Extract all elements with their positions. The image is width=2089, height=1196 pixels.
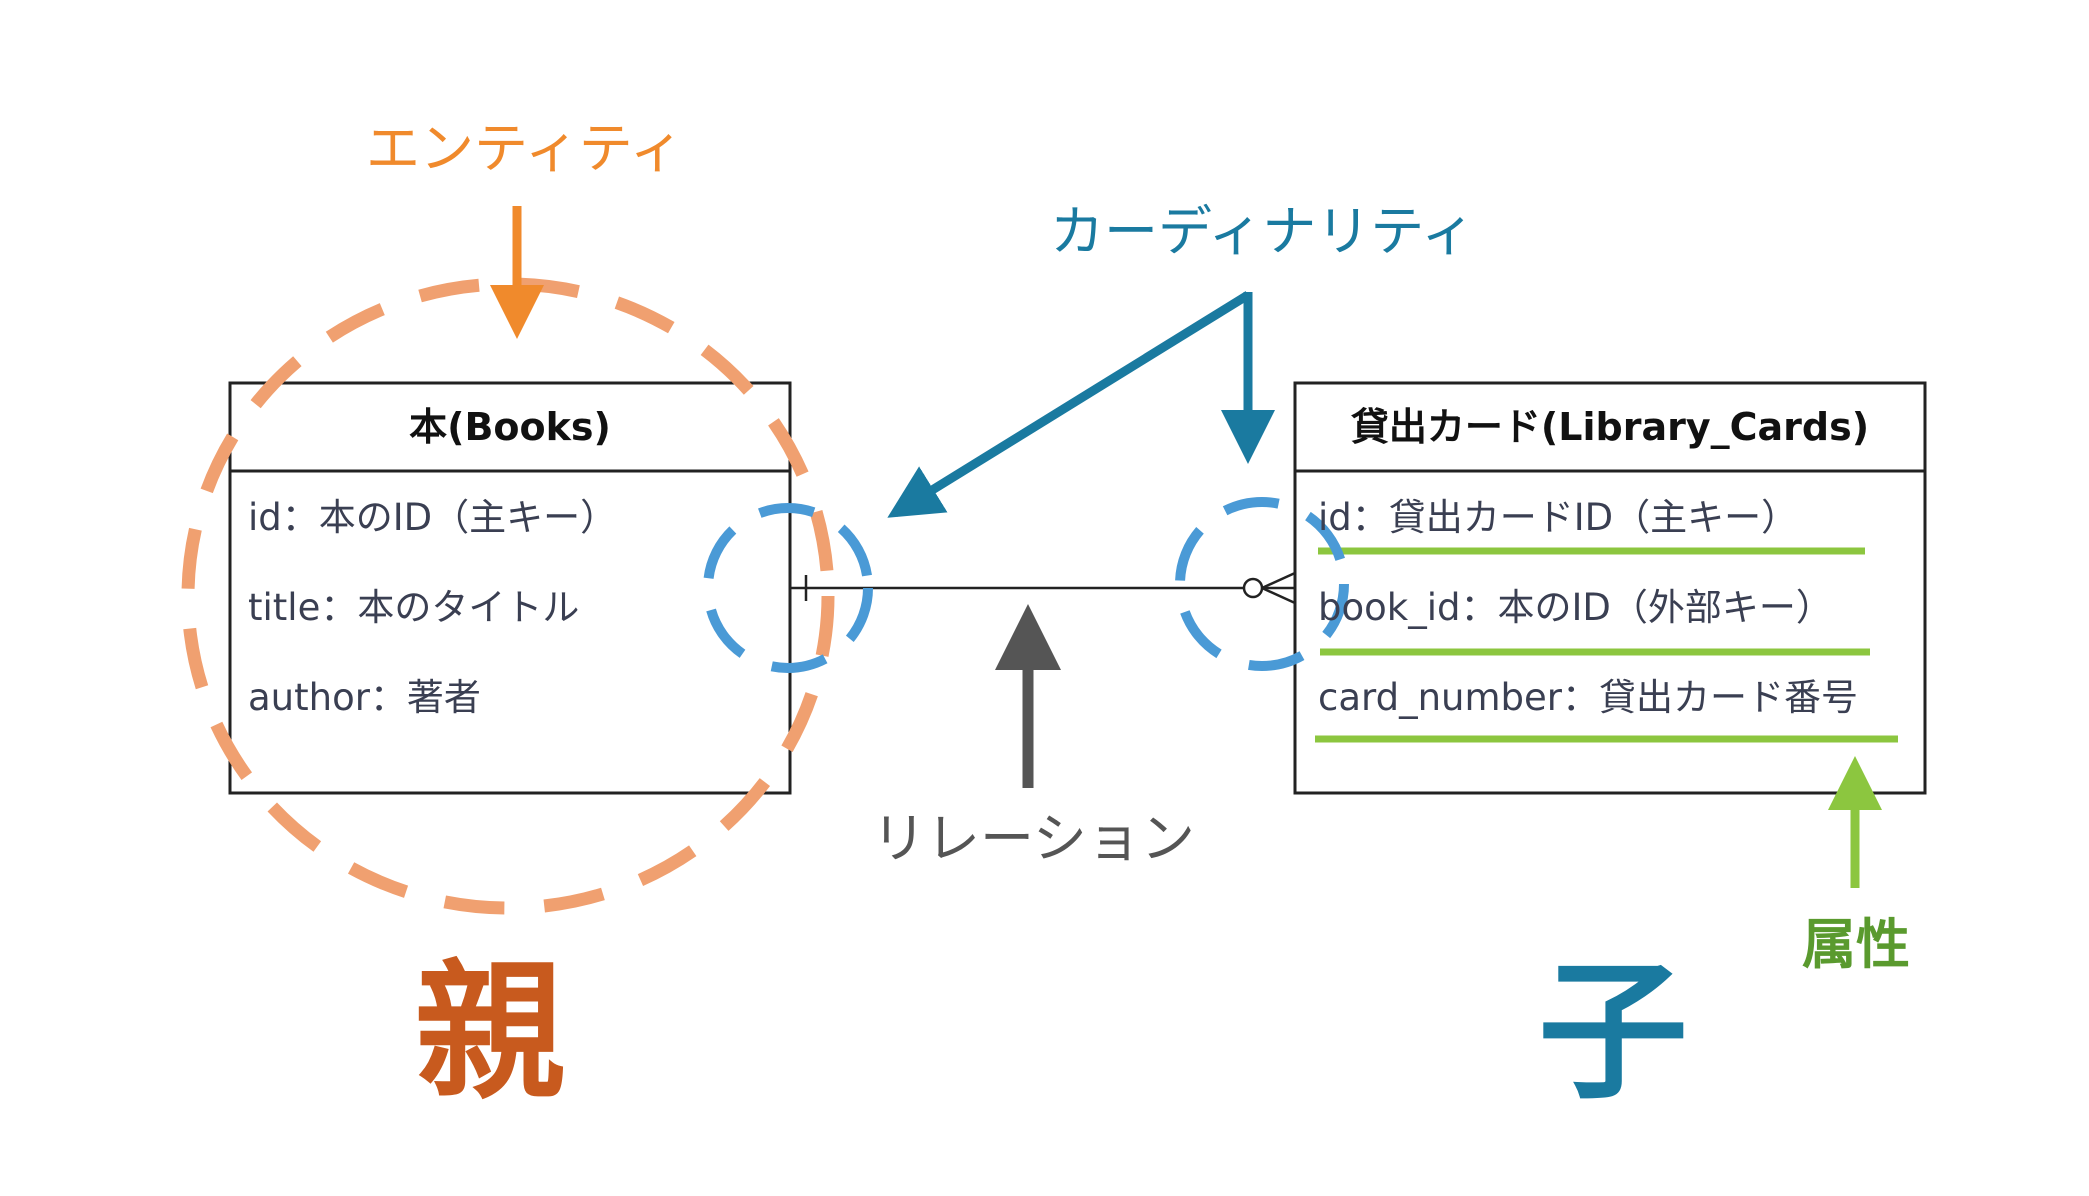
books-entity-title: 本(Books) (409, 405, 611, 449)
attribute-label: 属性 (1802, 913, 1910, 976)
zero-marker (1242, 577, 1264, 599)
entity-label: エンティティ (366, 117, 684, 180)
cards-attribute-book-id: book_id：本のID（外部キー） (1318, 586, 1833, 629)
books-attribute-author: author：著者 (248, 676, 481, 719)
child-label: 子 (1538, 946, 1689, 1120)
crowfoot-upper (1261, 571, 1296, 590)
cards-attribute-id: id：貸出カードID（主キー） (1318, 496, 1799, 539)
parent-label: 親 (415, 946, 566, 1120)
cards-attribute-card-number: card_number：貸出カード番号 (1318, 676, 1858, 719)
cards-entity-title: 貸出カード(Library_Cards) (1350, 405, 1870, 449)
er-diagram: 本(Books) id：本のID（主キー） title：本のタイトル autho… (0, 0, 2089, 1196)
cardinality-arrow-one (887, 291, 1251, 518)
books-attribute-title: title：本のタイトル (248, 586, 580, 629)
crowfoot-lower (1261, 586, 1296, 605)
books-attribute-id: id：本のID（主キー） (248, 496, 618, 539)
relation-label: リレーション (872, 807, 1195, 870)
cardinality-label: カーディナリティ (1050, 200, 1475, 263)
